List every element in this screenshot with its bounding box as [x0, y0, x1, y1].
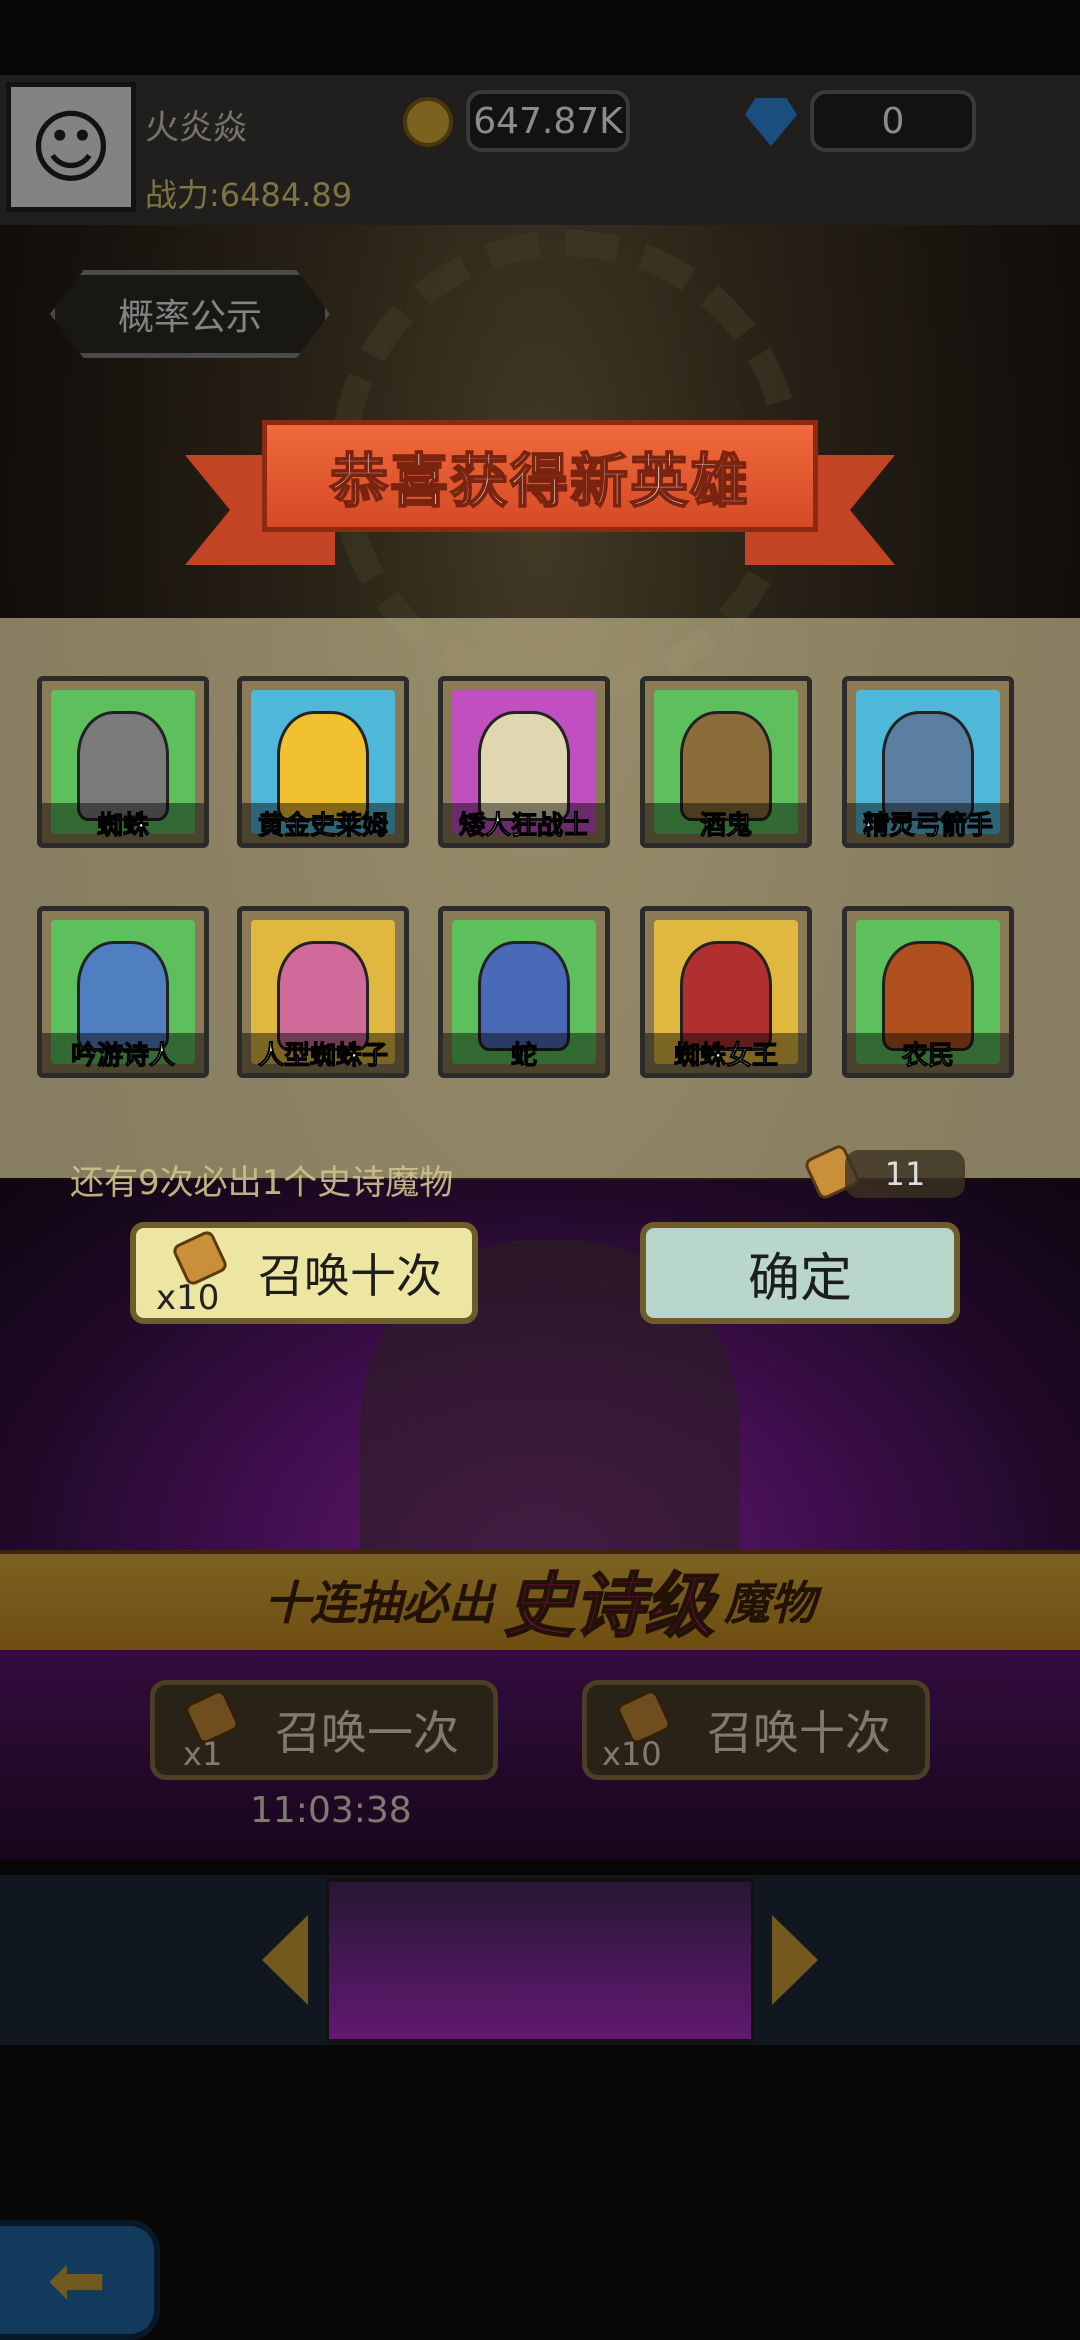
hero-card[interactable]: 矮人狂战士 [438, 676, 610, 848]
pity-notice: 还有9次必出1个史诗魔物 [70, 1163, 454, 1203]
confirm-button[interactable]: 确定 [640, 1222, 960, 1324]
hero-name: 蜘蛛女王 [645, 1033, 807, 1073]
hero-name: 吟游诗人 [42, 1033, 204, 1073]
hero-card[interactable]: 蜘蛛女王 [640, 906, 812, 1078]
summon-ten-button[interactable]: x10 召唤十次 [130, 1222, 478, 1324]
hero-name: 人型蜘蛛子 [242, 1033, 404, 1073]
hero-card[interactable]: 人型蜘蛛子 [237, 906, 409, 1078]
hero-card[interactable]: 吟游诗人 [37, 906, 209, 1078]
hero-name: 酒鬼 [645, 803, 807, 843]
summon-ten-multiplier: x10 [156, 1278, 220, 1318]
hero-name: 农民 [847, 1033, 1009, 1073]
hero-card[interactable]: 农民 [842, 906, 1014, 1078]
hero-card[interactable]: 黄金史莱姆 [237, 676, 409, 848]
hero-name: 蜘蛛 [42, 803, 204, 843]
hero-name: 蛇 [443, 1033, 605, 1073]
hero-card[interactable]: 蛇 [438, 906, 610, 1078]
hero-name: 黄金史莱姆 [242, 803, 404, 843]
summon-ten-label: 召唤十次 [258, 1249, 442, 1303]
hero-name: 矮人狂战士 [443, 803, 605, 843]
congrats-title: 恭喜获得新英雄 [262, 420, 818, 532]
hero-card[interactable]: 酒鬼 [640, 676, 812, 848]
hero-name: 精灵弓箭手 [847, 803, 1009, 843]
hero-card[interactable]: 蜘蛛 [37, 676, 209, 848]
hero-card[interactable]: 精灵弓箭手 [842, 676, 1014, 848]
scroll-count: 11 [845, 1150, 965, 1198]
